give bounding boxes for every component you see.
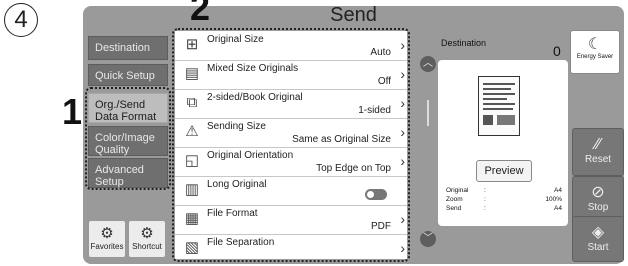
destination-count: 0 xyxy=(553,43,561,59)
send-info-table: Original: A4 Zoom:100% Send: A4 xyxy=(446,187,562,212)
nav-quick-setup[interactable]: Quick Setup xyxy=(88,64,168,86)
nav-destination[interactable]: Destination xyxy=(88,36,168,60)
setting-label: File Separation xyxy=(207,237,275,248)
setting-value: 1-sided xyxy=(358,105,391,116)
file-separation-icon: ▧ xyxy=(184,239,200,256)
reset-icon: ⁄⁄ xyxy=(595,136,601,153)
chevron-right-icon: › xyxy=(400,240,405,256)
page-title: Send xyxy=(330,4,377,26)
setting-label: Sending Size xyxy=(207,121,266,132)
reset-label: Reset xyxy=(584,154,612,165)
settings-list: ⊞ Original Size Auto › ▤ Mixed Size Orig… xyxy=(175,31,407,259)
setting-row-mixed-size[interactable]: ▤ Mixed Size Originals Off › xyxy=(175,60,407,90)
setting-label: Original Size xyxy=(207,34,264,45)
setting-label: Original Orientation xyxy=(207,150,294,161)
start-icon: ◈ xyxy=(591,224,605,241)
setting-label: File Format xyxy=(207,208,258,219)
long-original-icon: ▥ xyxy=(184,181,200,198)
callout-1: 1 xyxy=(62,91,83,132)
document-thumbnail xyxy=(478,76,520,136)
chevron-right-icon: › xyxy=(400,124,405,140)
preview-button[interactable]: Preview xyxy=(476,160,532,182)
gear-icon: ⚙ xyxy=(100,225,114,242)
setting-label: 2-sided/Book Original xyxy=(207,92,303,103)
sending-size-icon: ⚠ xyxy=(185,123,199,140)
stop-label: Stop xyxy=(587,202,609,213)
chevron-right-icon: › xyxy=(400,66,405,82)
setting-value: Auto xyxy=(370,47,391,58)
start-label: Start xyxy=(587,242,609,253)
chevron-right-icon: › xyxy=(400,211,405,227)
moon-icon: ☾ xyxy=(587,36,603,53)
setting-row-file-format[interactable]: ▦ File Format PDF › xyxy=(175,205,407,235)
start-button[interactable]: ◈ Start xyxy=(572,216,624,262)
setting-row-original-size[interactable]: ⊞ Original Size Auto › xyxy=(175,31,407,61)
page-size-icon: ⊞ xyxy=(185,36,199,53)
chevron-right-icon: › xyxy=(400,95,405,111)
step-number-callout: 4 xyxy=(4,3,38,37)
setting-row-sending-size[interactable]: ⚠ Sending Size Same as Original Size › xyxy=(175,118,407,148)
shortcut-label: Shortcut xyxy=(132,242,162,251)
chevron-right-icon: › xyxy=(400,153,405,169)
chevron-right-icon: › xyxy=(400,37,405,53)
setting-row-duplex[interactable]: ⧉ 2-sided/Book Original 1-sided › xyxy=(175,89,407,119)
setting-label: Mixed Size Originals xyxy=(207,63,299,74)
scroll-down-button[interactable]: ﹀ xyxy=(420,231,436,247)
reset-button[interactable]: ⁄⁄ Reset xyxy=(572,128,624,176)
scroll-up-button[interactable]: ︿ xyxy=(420,56,436,72)
setting-row-file-separation[interactable]: ▧ File Separation › xyxy=(175,234,407,259)
favorites-label: Favorites xyxy=(90,242,124,251)
scrollbar-track[interactable] xyxy=(427,100,429,126)
file-format-icon: ▦ xyxy=(184,210,200,227)
setting-row-orientation[interactable]: ◱ Original Orientation Top Edge on Top › xyxy=(175,147,407,177)
setting-value: Top Edge on Top xyxy=(316,163,391,174)
favorites-button[interactable]: ⚙ Favorites xyxy=(88,220,126,258)
setting-value: Same as Original Size xyxy=(292,134,391,145)
destination-label: Destination xyxy=(441,38,487,48)
orientation-icon: ◱ xyxy=(184,152,200,169)
setting-value: PDF xyxy=(371,221,391,232)
nav-highlight-frame xyxy=(85,87,171,190)
setting-row-long-original[interactable]: ▥ Long Original xyxy=(175,176,407,206)
energy-saver-button[interactable]: ☾ Energy Saver xyxy=(570,30,620,74)
callout-2: 2 xyxy=(190,0,211,28)
mixed-originals-icon: ▤ xyxy=(184,65,200,82)
duplex-icon: ⧉ xyxy=(186,94,198,111)
stop-icon: ⊘ xyxy=(591,184,605,201)
shortcut-button[interactable]: ⚙ Shortcut xyxy=(128,220,166,258)
energy-saver-label: Energy Saver xyxy=(576,54,614,60)
setting-label: Long Original xyxy=(207,179,267,190)
gear-icon: ⚙ xyxy=(140,225,154,242)
setting-value: Off xyxy=(377,76,391,87)
long-original-toggle[interactable] xyxy=(365,189,387,200)
